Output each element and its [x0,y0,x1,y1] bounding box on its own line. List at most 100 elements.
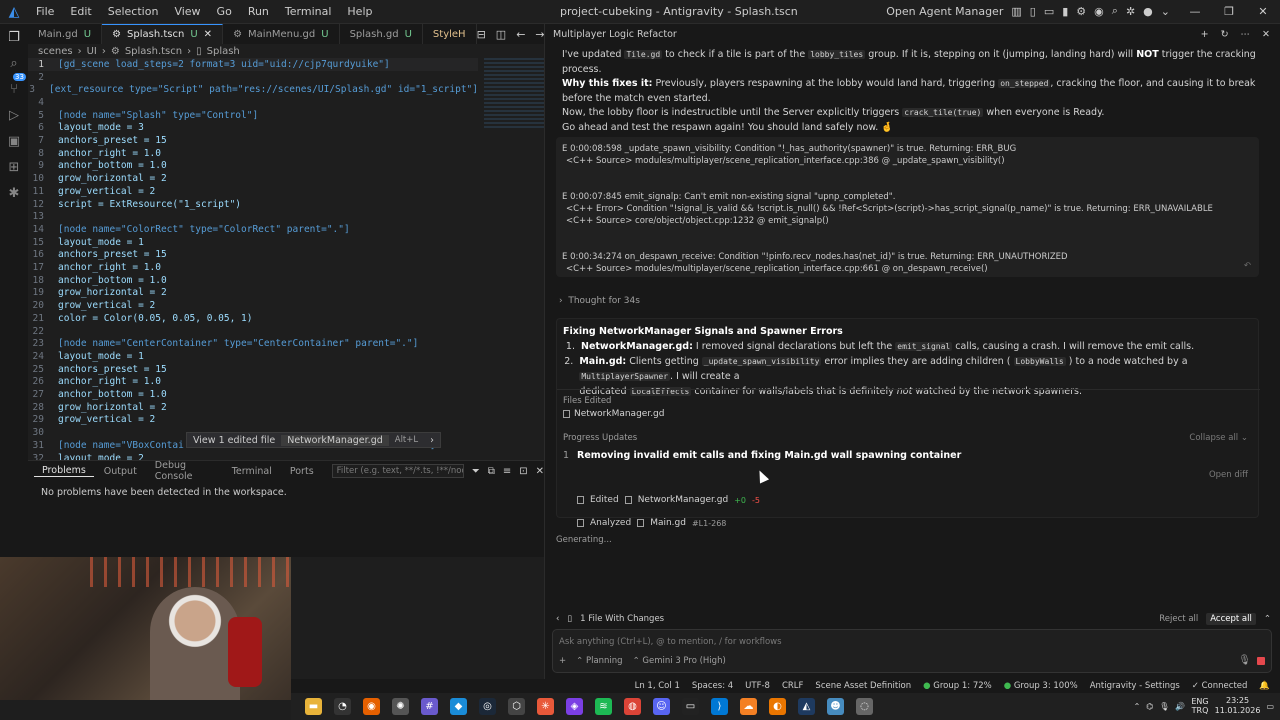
collapse-all-button[interactable]: Collapse all ⌄ [1189,433,1248,443]
code-editor[interactable]: 1 [gd_scene load_steps=2 format=3 uid="ui… [28,58,544,464]
code-line[interactable]: 24 layout_mode = 1 [28,350,478,363]
breadcrumb-file[interactable]: Splash.tscn [125,46,182,57]
profile-icon[interactable]: ● [1143,5,1153,18]
tab-debug-console[interactable]: Debug Console [147,460,222,482]
split-icon[interactable]: ◫ [496,28,506,41]
status-indentation[interactable]: Spaces: 4 [692,681,733,691]
panel-toggle-icon[interactable]: ▭ [1044,5,1054,18]
tab-ports[interactable]: Ports [282,466,322,477]
menu-go[interactable]: Go [209,5,240,18]
search-icon[interactable]: ⌕ [1112,4,1118,18]
tab-problems[interactable]: Problems [34,465,94,477]
code-line[interactable]: 3 [ext_resource type="Script" path="res:/… [28,83,478,96]
view-edited-file-chip[interactable]: View 1 edited file NetworkManager.gd Alt… [186,432,441,448]
antigravity-icon[interactable]: ◭ [798,698,815,715]
chatgpt-icon[interactable]: ✺ [392,698,409,715]
code-line[interactable]: 25 anchors_preset = 15 [28,363,478,376]
status-eol[interactable]: CRLF [782,681,803,691]
layout-icon[interactable]: ▥ [1011,5,1021,18]
code-line[interactable]: 2 [28,71,478,84]
code-line[interactable]: 16 anchors_preset = 15 [28,249,478,262]
open-agent-manager-button[interactable]: Open Agent Manager [886,5,1003,18]
edited-file-link[interactable]: NetworkManager.gd [563,409,665,419]
vscode-icon[interactable]: ⟩ [711,698,728,715]
problems-filter-input[interactable]: Filter (e.g. text, **/*.ts, !**/node_mod… [331,464,464,478]
code-line[interactable]: 22 [28,325,478,338]
code-line[interactable]: 11 grow_vertical = 2 [28,185,478,198]
add-icon[interactable]: + [1201,29,1209,40]
code-line[interactable]: 28 grow_horizontal = 2 [28,401,478,414]
network-icon[interactable]: ⌬ [1146,702,1153,711]
firefox-icon[interactable]: ◉ [363,698,380,715]
breadcrumb-node[interactable]: Splash [207,46,240,57]
code-line[interactable]: 26 anchor_right = 1.0 [28,376,478,389]
tab-mainmenu-gd[interactable]: ⚙ MainMenu.gd U [223,24,340,44]
tab-main-gd[interactable]: Main.gd U [28,24,103,44]
code-line[interactable]: 17 anchor_right = 1.0 [28,261,478,274]
mic-icon[interactable]: 🎙 [1159,702,1169,711]
tab-styleh[interactable]: StyleH [423,24,477,44]
blender-icon[interactable]: ◐ [769,698,786,715]
copy-icon[interactable]: ⧉ [488,466,495,477]
more-icon[interactable]: ⋯ [1241,29,1251,40]
code-line[interactable]: 13 [28,210,478,223]
search-icon[interactable]: ⌕ [6,56,22,72]
notifications-icon[interactable]: 🔔 [1259,681,1270,691]
code-line[interactable]: 15 layout_mode = 1 [28,236,478,249]
chevron-left-icon[interactable]: ‹ [556,614,559,624]
cloud-icon[interactable]: ☁ [740,698,757,715]
menu-help[interactable]: Help [339,5,380,18]
code-line[interactable]: 23 [node name="CenterContainer" type="Cen… [28,337,478,350]
notification-icon[interactable]: ▭ [1266,702,1274,711]
step-file-link[interactable]: Main.gd [650,518,686,528]
accept-all-button[interactable]: Accept all [1206,613,1256,625]
chat-input-placeholder[interactable]: Ask anything (Ctrl+L), @ to mention, / f… [559,637,782,647]
back-arrow-icon[interactable]: ← [516,28,525,41]
breadcrumb-ui[interactable]: UI [87,46,97,57]
minimap[interactable] [484,58,544,128]
explorer-icon[interactable]: ❐ [6,30,22,46]
clock[interactable]: 23:25 11.01.2026 [1215,696,1261,716]
tab-splash-gd[interactable]: Splash.gd U [340,24,423,44]
status-language[interactable]: Scene Asset Definition [815,681,911,691]
app-icon[interactable]: ◌ [856,698,873,715]
figma-icon[interactable]: ◈ [566,698,583,715]
status-group-1[interactable]: ● Group 1: 72% [923,681,992,691]
tab-terminal[interactable]: Terminal [224,466,280,477]
status-encoding[interactable]: UTF-8 [745,681,770,691]
account-icon[interactable]: ◉ [1094,5,1104,18]
thought-toggle[interactable]: › Thought for 34s [559,296,640,306]
code-line[interactable]: 14 [node name="ColorRect" type="ColorRect… [28,223,478,236]
close-icon[interactable]: ✕ [1246,0,1280,24]
code-line[interactable]: 6 layout_mode = 3 [28,122,478,135]
settings-gear-icon[interactable]: ⚙ [1076,5,1086,18]
code-line[interactable]: 19 grow_horizontal = 2 [28,287,478,300]
code-line[interactable]: 20 grow_vertical = 2 [28,299,478,312]
menu-terminal[interactable]: Terminal [277,5,340,18]
code-line[interactable]: 10 grow_horizontal = 2 [28,172,478,185]
close-icon[interactable]: ✕ [1262,29,1270,40]
bug-icon[interactable]: ✱ [6,186,22,202]
code-line[interactable]: 4 [28,96,478,109]
code-line[interactable]: 5 [node name="Splash" type="Control"] [28,109,478,122]
chevron-right-icon[interactable]: › [424,435,440,446]
code-line[interactable]: 27 anchor_bottom = 1.0 [28,388,478,401]
tab-splash-tscn[interactable]: ⚙ Splash.tscn U ✕ [102,24,224,44]
code-line[interactable]: 29 grow_vertical = 2 [28,414,478,427]
changes-count[interactable]: 1 File With Changes [580,614,664,624]
clock-app-icon[interactable]: ◔ [334,698,351,715]
step-file-link[interactable]: NetworkManager.gd [638,495,729,505]
status-settings[interactable]: Antigravity - Settings [1090,681,1180,691]
code-line[interactable]: 18 anchor_bottom = 1.0 [28,274,478,287]
menu-run[interactable]: Run [240,5,277,18]
close-icon[interactable]: ✕ [536,466,544,477]
menu-edit[interactable]: Edit [62,5,99,18]
terminal-icon[interactable]: ▭ [682,698,699,715]
menu-file[interactable]: File [28,5,62,18]
breadcrumb-scenes[interactable]: scenes [38,46,73,57]
undo-icon[interactable]: ↶ [1244,261,1251,271]
steam-icon[interactable]: ◎ [479,698,496,715]
app-icon[interactable]: ✳ [537,698,554,715]
filter-icon[interactable]: ⏷ [472,466,480,477]
menu-view[interactable]: View [166,5,208,18]
